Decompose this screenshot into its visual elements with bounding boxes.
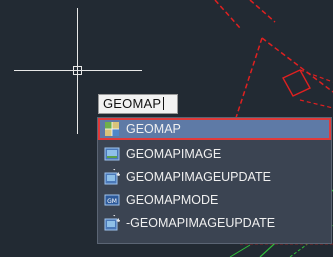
dynamic-input-field[interactable]: GEOMAP	[98, 94, 178, 114]
autocomplete-item-label: GEOMAP	[126, 122, 181, 136]
dynamic-input-text: GEOMAP	[103, 96, 162, 111]
autocomplete-item-label: GEOMAPMODE	[126, 193, 219, 207]
geomap-image-update-icon	[104, 169, 120, 185]
crosshair-pickbox	[73, 66, 82, 75]
text-caret	[163, 97, 165, 110]
autocomplete-item-geomapmode[interactable]: GM GEOMAPMODE	[98, 189, 331, 211]
autocomplete-item-label: GEOMAPIMAGE	[126, 147, 222, 161]
autocomplete-list: GEOMAP GEOMAPIMAGE GEOMAPIMAGEUPDATE GM …	[97, 117, 332, 244]
autocomplete-item-geomapimageupdate[interactable]: GEOMAPIMAGEUPDATE	[98, 166, 331, 188]
geomap-image-update-icon	[104, 215, 120, 231]
svg-text:GM: GM	[107, 198, 117, 205]
geomap-mode-icon: GM	[104, 192, 120, 208]
geomap-image-icon	[104, 146, 120, 162]
autocomplete-item-minus-geomapimageupdate[interactable]: -GEOMAPIMAGEUPDATE	[98, 212, 331, 234]
autocomplete-item-label: GEOMAPIMAGEUPDATE	[126, 170, 271, 184]
geomap-grid-icon	[104, 121, 120, 137]
autocomplete-item-geomapimage[interactable]: GEOMAPIMAGE	[98, 143, 331, 165]
autocomplete-item-geomap[interactable]: GEOMAP	[98, 118, 331, 140]
autocomplete-item-label: -GEOMAPIMAGEUPDATE	[126, 216, 276, 230]
drawing-canvas[interactable]: GEOMAP GEOMAP GEOMAPIMAGE GEOMAPIMAGEUPD…	[0, 0, 333, 257]
